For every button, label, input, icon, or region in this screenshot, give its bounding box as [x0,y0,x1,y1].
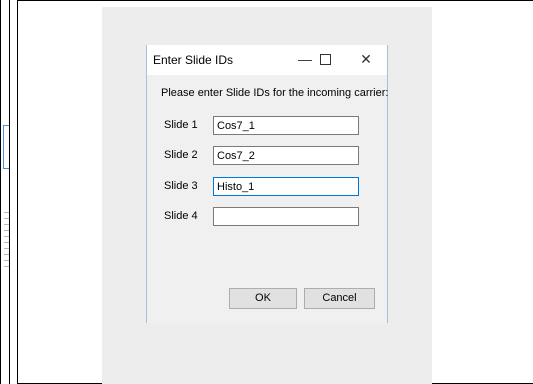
close-button[interactable]: ✕ [354,49,378,69]
cancel-button[interactable]: Cancel [304,288,375,309]
slide-3-label: Slide 3 [164,180,198,192]
previous-slide-sliver [0,0,10,384]
instruction-text: Please enter Slide IDs for the incoming … [161,87,389,99]
slide-row-2: Slide 2 [147,146,387,166]
slide-row-3: Slide 3 [147,177,387,197]
maximize-button[interactable] [313,49,337,69]
enter-slide-ids-dialog: Enter Slide IDs — ✕ Please enter Slide I… [146,45,388,323]
highlight-frame [3,125,9,169]
slide-row-1: Slide 1 [147,116,387,136]
maximize-icon [319,54,331,65]
slide-1-label: Slide 1 [164,119,198,131]
slide-1-input[interactable] [213,116,359,135]
slide-4-label: Slide 4 [164,210,198,222]
slide-4-input[interactable] [213,207,359,226]
dialog-titlebar[interactable]: Enter Slide IDs — ✕ [147,45,387,75]
ok-button[interactable]: OK [229,288,297,309]
slide-2-input[interactable] [213,146,359,165]
dialog-title: Enter Slide IDs [153,53,234,67]
slide-page: Enter Slide IDs — ✕ Please enter Slide I… [0,0,533,384]
faded-text-lines [4,212,9,272]
slide-3-input[interactable] [213,177,359,196]
slide-row-4: Slide 4 [147,207,387,227]
slide-2-label: Slide 2 [164,149,198,161]
